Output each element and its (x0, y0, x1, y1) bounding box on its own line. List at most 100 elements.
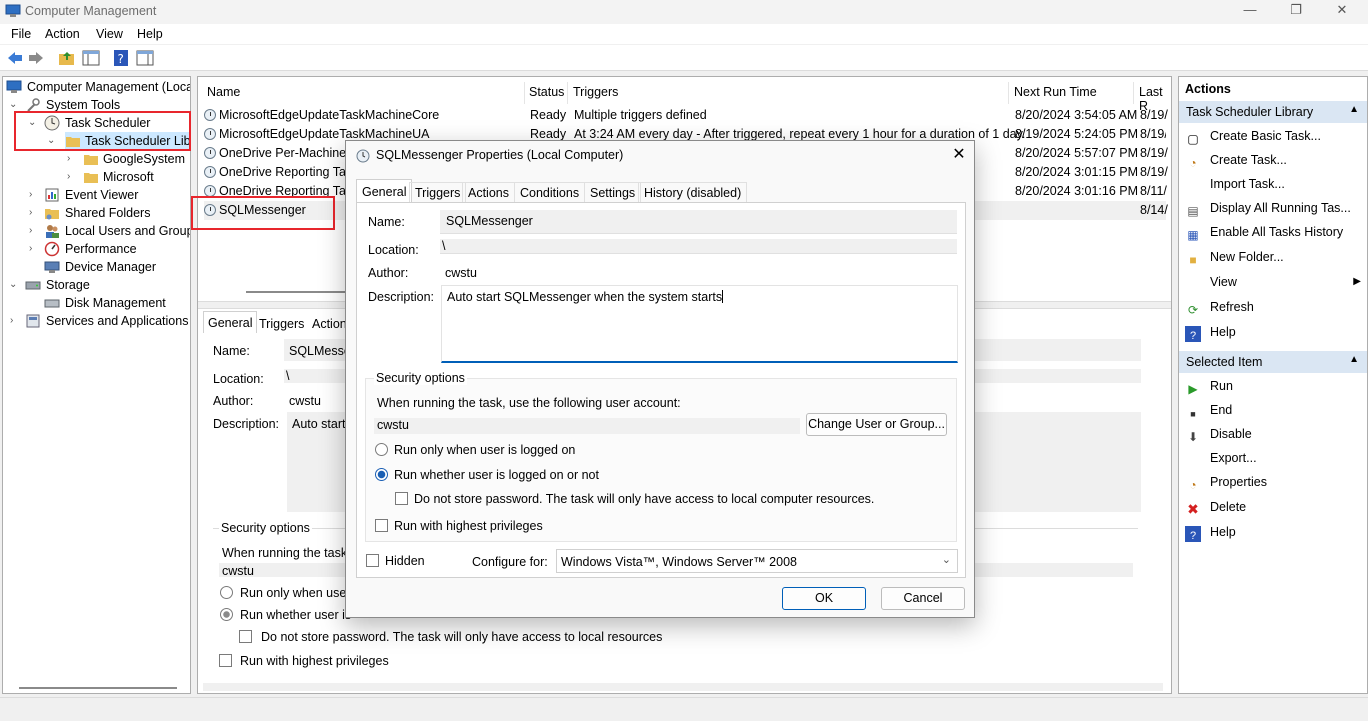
no-store-password-checkbox[interactable] (395, 492, 408, 505)
general-tab-panel: Name: SQLMessenger Location: \ Author: c… (356, 202, 966, 578)
action-enable-history[interactable]: ▦ Enable All Tasks History (1185, 222, 1343, 242)
section-task-scheduler-library[interactable]: Task Scheduler Library ▲ (1179, 101, 1367, 123)
column-header-name[interactable]: Name (207, 85, 240, 99)
description-label: Description: (368, 290, 434, 304)
no-store-checkbox[interactable] (239, 630, 252, 643)
action-new-folder[interactable]: ■ New Folder... (1185, 247, 1283, 267)
security-options-title: Security options (219, 521, 312, 535)
chevron-right-icon[interactable]: › (29, 222, 41, 240)
column-header-next-run-time[interactable]: Next Run Time (1014, 85, 1097, 99)
action-disable[interactable]: ⬇ Disable (1185, 424, 1252, 444)
description-textarea[interactable]: Auto start SQLMessenger when the system … (441, 285, 958, 363)
submenu-arrow-icon: ▶ (1353, 276, 1361, 287)
list-horizontal-scrollbar[interactable] (246, 291, 346, 293)
highest-privileges-checkbox[interactable] (375, 519, 388, 532)
action-properties[interactable]: ◔ Properties (1185, 472, 1267, 492)
help-icon: ? (1185, 326, 1201, 342)
chevron-right-icon[interactable]: › (29, 186, 41, 204)
chevron-down-icon[interactable]: ⌄ (9, 276, 21, 294)
action-export[interactable]: Export... (1185, 448, 1257, 468)
dialog-title: SQLMessenger Properties (Local Computer) (376, 148, 624, 162)
minimize-button[interactable]: — (1230, 2, 1270, 22)
name-field[interactable]: SQLMessenger (440, 210, 957, 234)
create-basic-task-icon: ▢ (1187, 132, 1199, 146)
tab-triggers[interactable]: Triggers (409, 182, 467, 203)
change-user-button[interactable]: Change User or Group... (806, 413, 947, 436)
show-hide-tree-icon[interactable] (82, 49, 100, 67)
cancel-button[interactable]: Cancel (881, 587, 965, 610)
properties-icon: ◔ (1189, 478, 1197, 492)
folder-icon (83, 151, 99, 167)
chevron-right-icon[interactable]: › (67, 168, 79, 186)
help-icon: ? (1185, 526, 1201, 542)
details-scrollbar[interactable] (203, 683, 1163, 691)
run-whether-radio[interactable] (220, 608, 233, 621)
tab-history[interactable]: History (disabled) (638, 182, 748, 203)
account-field: cwstu (374, 418, 800, 434)
svg-text:?: ? (118, 52, 124, 66)
dialog-close-button[interactable]: ✕ (946, 143, 972, 167)
highest-privileges-checkbox[interactable] (219, 654, 232, 667)
console-tree[interactable]: Computer Management (Local ⌄ System Tool… (2, 76, 191, 694)
ok-button[interactable]: OK (782, 587, 866, 610)
action-run[interactable]: ▶ Run (1185, 376, 1233, 396)
action-end[interactable]: ■ End (1185, 400, 1232, 420)
tab-general[interactable]: General (203, 311, 258, 333)
hidden-label: Hidden (385, 554, 425, 568)
chevron-right-icon[interactable]: › (29, 204, 41, 222)
tab-settings[interactable]: Settings (584, 182, 642, 203)
highlight-sqlmessenger (191, 196, 335, 230)
action-create-task[interactable]: ◔ Create Task... (1185, 150, 1287, 170)
collapse-arrow-icon[interactable]: ▲ (1349, 104, 1359, 115)
hidden-checkbox[interactable] (366, 554, 379, 567)
show-hide-action-pane-icon[interactable] (136, 49, 154, 67)
action-help-selected[interactable]: ? Help (1185, 522, 1236, 542)
menu-help[interactable]: Help (137, 27, 163, 41)
services-icon (25, 313, 41, 329)
column-header-triggers[interactable]: Triggers (573, 85, 618, 99)
import-task-icon (1185, 175, 1201, 191)
tab-general[interactable]: General (356, 179, 413, 203)
tree-horizontal-scrollbar[interactable] (19, 687, 177, 689)
no-store-password-label: Do not store password. The task will onl… (414, 492, 875, 506)
action-view[interactable]: View ▶ (1185, 272, 1361, 292)
action-delete[interactable]: ✖ Delete (1185, 497, 1246, 517)
status-bar (0, 697, 1368, 721)
forward-arrow-icon[interactable] (27, 49, 45, 67)
section-selected-item[interactable]: Selected Item ▲ (1179, 351, 1367, 373)
chevron-right-icon[interactable]: › (10, 312, 22, 330)
close-button[interactable]: ✕ (1322, 2, 1362, 22)
action-display-running[interactable]: ▤ Display All Running Tas... (1185, 198, 1351, 218)
run-only-label: Run only when user (240, 586, 351, 600)
run-only-radio[interactable] (375, 443, 388, 456)
refresh-icon: ⟳ (1187, 303, 1199, 317)
run-whether-radio[interactable] (375, 468, 388, 481)
location-value: \ (286, 369, 290, 383)
maximize-button[interactable]: ❐ (1276, 2, 1316, 22)
column-header-status[interactable]: Status (529, 85, 564, 99)
tab-triggers[interactable]: Triggers (255, 313, 308, 335)
tab-actions[interactable]: Actions (462, 182, 515, 203)
performance-icon (44, 241, 60, 257)
chevron-right-icon[interactable]: › (29, 240, 41, 258)
action-import-task[interactable]: Import Task... (1185, 174, 1285, 194)
action-help[interactable]: ? Help (1185, 322, 1236, 342)
table-row[interactable]: MicrosoftEdgeUpdateTaskMachineCore Ready… (204, 106, 1168, 125)
tab-conditions[interactable]: Conditions (514, 182, 586, 203)
location-field[interactable]: \ (440, 239, 957, 254)
help-icon[interactable]: ? (112, 49, 130, 67)
disk-icon (44, 295, 60, 311)
configure-for-select[interactable]: Windows Vista™, Windows Server™ 2008 ⌄ (556, 549, 958, 573)
menu-file[interactable]: File (11, 27, 31, 41)
collapse-arrow-icon[interactable]: ▲ (1349, 354, 1359, 365)
chevron-right-icon[interactable]: › (67, 150, 79, 168)
menu-view[interactable]: View (96, 27, 123, 41)
menu-action[interactable]: Action (45, 27, 80, 41)
action-create-basic-task[interactable]: ▢ Create Basic Task... (1185, 126, 1321, 146)
run-icon: ▶ (1188, 382, 1198, 396)
action-refresh[interactable]: ⟳ Refresh (1185, 297, 1254, 317)
up-folder-icon[interactable] (58, 49, 76, 67)
event-viewer-icon (44, 187, 60, 203)
run-only-radio[interactable] (220, 586, 233, 599)
back-arrow-icon[interactable] (6, 49, 24, 67)
